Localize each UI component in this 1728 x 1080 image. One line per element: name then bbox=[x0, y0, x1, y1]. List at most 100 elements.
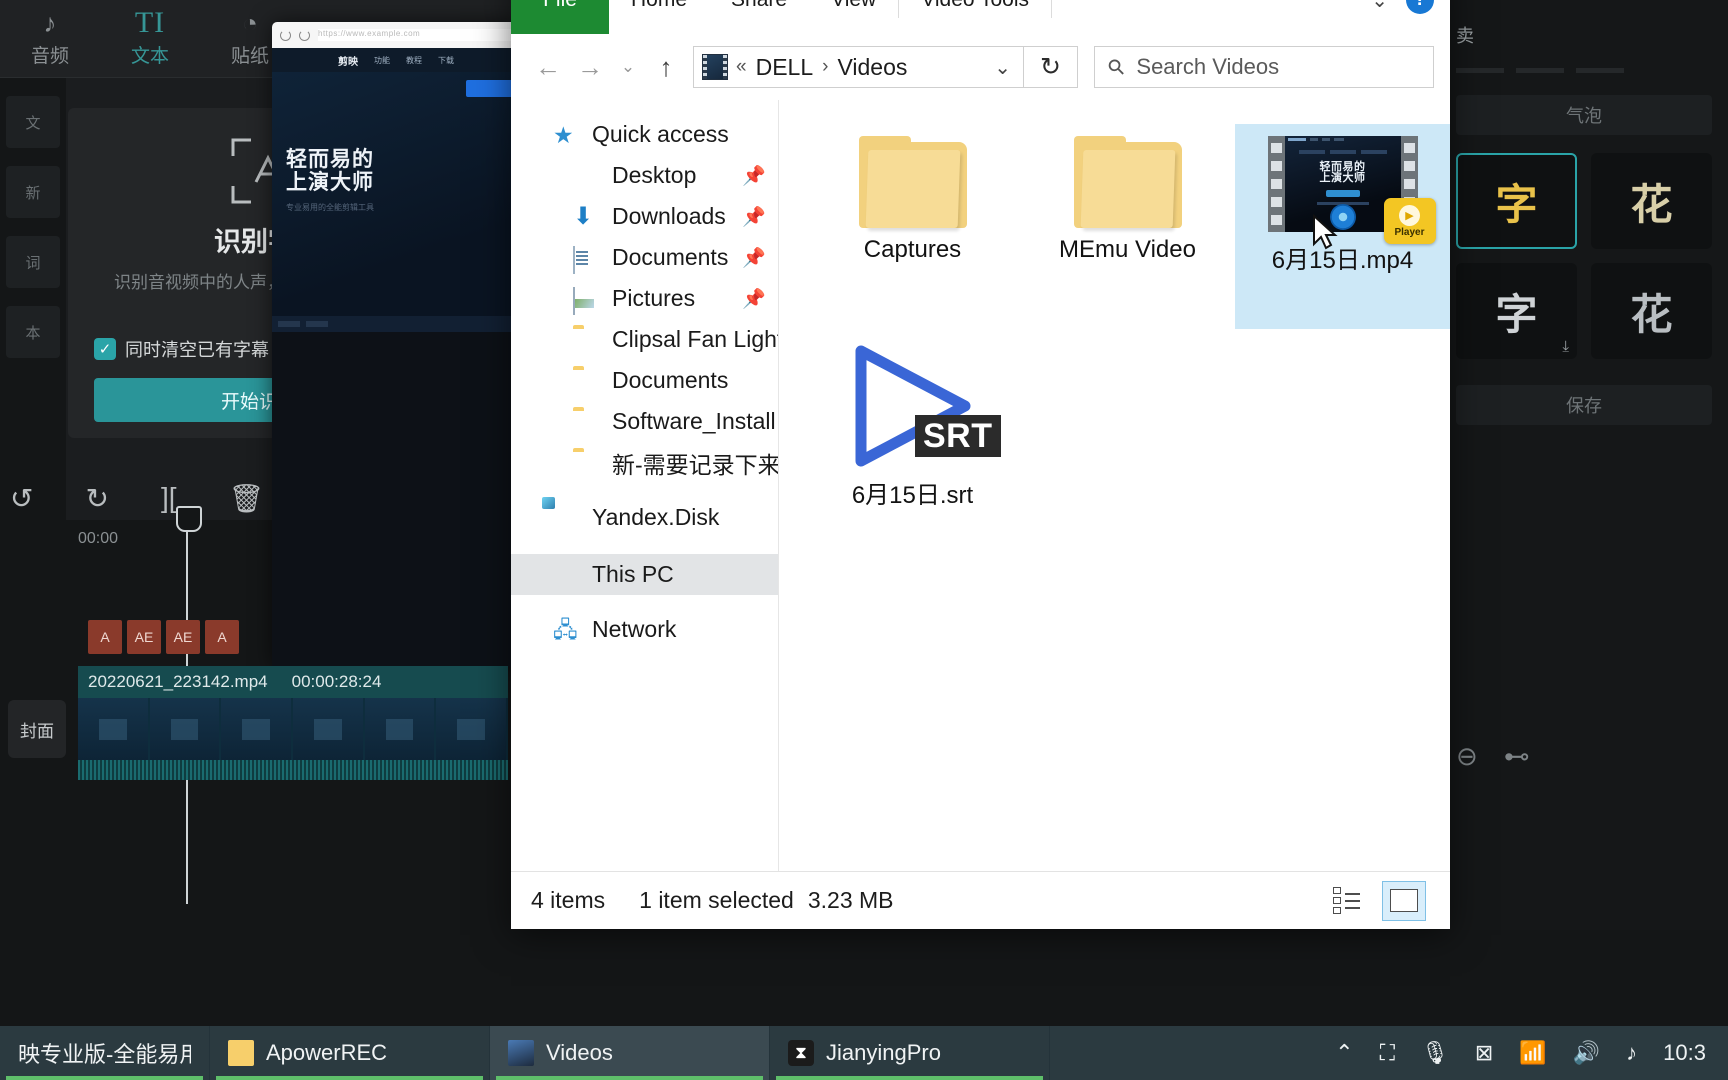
zoom-out-icon[interactable]: ⊖ bbox=[1456, 741, 1478, 772]
large-icons-view-button[interactable] bbox=[1382, 880, 1426, 921]
cover-button[interactable]: 封面 bbox=[8, 700, 66, 758]
hero-cta-button[interactable] bbox=[466, 80, 514, 97]
file-item-memu-video[interactable]: MEmu Video bbox=[1020, 124, 1235, 329]
search-input[interactable]: Search Videos bbox=[1136, 54, 1279, 80]
audio-waveform[interactable] bbox=[78, 760, 508, 780]
pin-icon[interactable]: 📌 bbox=[742, 246, 766, 270]
browser-url[interactable]: https://www.example.com bbox=[318, 29, 512, 41]
site-nav-item[interactable]: 教程 bbox=[406, 55, 422, 66]
volume-icon[interactable]: 🔊 bbox=[1573, 1040, 1600, 1066]
forward-button[interactable]: → bbox=[569, 46, 611, 88]
browser-toolbar: https://www.example.com bbox=[272, 22, 520, 48]
tab-audio[interactable]: ♪ 音频 bbox=[0, 10, 100, 68]
sidebar-item-documents[interactable]: Documents bbox=[511, 360, 778, 401]
tab-video-tools[interactable]: Video Tools bbox=[899, 0, 1051, 34]
address-bar: ← → ⌄ ↑ « DELL › Videos ⌄ ↻ ⚲ Search Vid… bbox=[511, 34, 1450, 100]
file-item-video-mp4[interactable]: 轻而易的 上演大师 ▶ Player 6月15日.mp4 bbox=[1235, 124, 1450, 329]
tab-file[interactable]: File bbox=[511, 0, 609, 34]
panel-tab[interactable] bbox=[1516, 68, 1564, 73]
text-clip[interactable]: AE bbox=[127, 620, 161, 654]
details-view-button[interactable] bbox=[1324, 881, 1368, 921]
sidebar-item-desktop[interactable]: Desktop 📌 bbox=[511, 155, 778, 196]
sidebar-item-downloads[interactable]: ⬇ Downloads 📌 bbox=[511, 196, 778, 237]
tab-text[interactable]: TI 文本 bbox=[100, 7, 200, 68]
taskbar-item-videos[interactable]: Videos bbox=[490, 1026, 770, 1080]
wifi-icon[interactable]: 📶 bbox=[1519, 1040, 1546, 1066]
pin-icon[interactable]: 📌 bbox=[742, 287, 766, 311]
explorer-body: ★ Quick access Desktop 📌 ⬇ Downloads 📌 D… bbox=[511, 100, 1450, 871]
text-clip[interactable]: A bbox=[205, 620, 239, 654]
taskbar-item-apowerrec[interactable]: ApowerREC bbox=[210, 1026, 490, 1080]
video-clip-thumbnails[interactable] bbox=[78, 698, 508, 760]
microphone-icon[interactable]: 🎙 bbox=[1421, 1040, 1449, 1066]
sidebar-item-yandex-disk[interactable]: Yandex.Disk bbox=[511, 497, 778, 538]
tab-home[interactable]: Home bbox=[609, 0, 709, 34]
zoom-slider[interactable]: ⊷ bbox=[1504, 741, 1530, 772]
text-style-tile[interactable]: 字 ⤓ bbox=[1456, 263, 1577, 359]
camera-icon[interactable]: ⛶ bbox=[1380, 1040, 1395, 1066]
delete-icon[interactable]: 🗑 bbox=[229, 482, 265, 515]
text-clip[interactable]: A bbox=[88, 620, 122, 654]
sidebar-item-quick-access[interactable]: ★ Quick access bbox=[511, 114, 778, 155]
video-clip-header[interactable]: 20220621_223142.mp4 00:00:28:24 bbox=[78, 666, 508, 698]
refresh-button[interactable]: ↻ bbox=[1024, 46, 1078, 88]
bubble-style-button[interactable]: 气泡 bbox=[1456, 95, 1712, 135]
clock[interactable]: 10:3 bbox=[1663, 1040, 1706, 1066]
music-icon[interactable]: ♪ bbox=[1626, 1040, 1637, 1066]
back-button[interactable]: ← bbox=[527, 46, 569, 88]
side-strip-item[interactable]: 文 bbox=[6, 96, 60, 148]
tab-view[interactable]: View bbox=[809, 0, 898, 34]
breadcrumb-item-dell[interactable]: DELL bbox=[756, 54, 814, 81]
side-strip-item[interactable]: 本 bbox=[6, 306, 60, 358]
side-strip-item[interactable]: 新 bbox=[6, 166, 60, 218]
sidebar-item-software-install[interactable]: Software_Install bbox=[511, 401, 778, 442]
text-clip[interactable]: AE bbox=[166, 620, 200, 654]
split-icon[interactable]: ][ bbox=[161, 482, 177, 514]
site-nav-item[interactable]: 下载 bbox=[438, 55, 454, 66]
chevron-down-icon[interactable]: ⌄ bbox=[1371, 0, 1388, 13]
search-box[interactable]: ⚲ Search Videos bbox=[1094, 46, 1434, 88]
site-nav-item[interactable]: 功能 bbox=[374, 55, 390, 66]
sidebar-item-documents-quick[interactable]: Documents 📌 bbox=[511, 237, 778, 278]
sidebar-item-this-pc[interactable]: This PC bbox=[511, 554, 778, 595]
sticker-icon: ◔ bbox=[242, 7, 258, 38]
breadcrumb-item-videos[interactable]: Videos bbox=[837, 54, 907, 81]
reload-icon[interactable] bbox=[280, 29, 291, 41]
panel-tab[interactable] bbox=[1456, 68, 1504, 73]
clear-existing-subtitles-checkbox[interactable]: ✓ 同时清空已有字幕 bbox=[94, 336, 269, 362]
sidebar-item-pictures[interactable]: Pictures 📌 bbox=[511, 278, 778, 319]
side-strip-item[interactable]: 词 bbox=[6, 236, 60, 288]
sidebar-item-clipsal[interactable]: Clipsal Fan Light He bbox=[511, 319, 778, 360]
breadcrumb-overflow[interactable]: « bbox=[736, 56, 747, 78]
recent-locations-button[interactable]: ⌄ bbox=[611, 46, 645, 88]
file-list-view[interactable]: Captures MEmu Video 轻而易的 上演大师 ▶ Player 6… bbox=[779, 100, 1450, 871]
chevron-down-icon[interactable]: ⌄ bbox=[994, 55, 1017, 80]
text-style-tile[interactable]: 花 bbox=[1591, 153, 1712, 249]
sidebar-item-network[interactable]: 🖧 Network bbox=[511, 609, 778, 650]
folder-icon bbox=[228, 1040, 254, 1066]
excel-icon[interactable]: ⊠ bbox=[1475, 1040, 1493, 1066]
taskbar-item-jianying-pro-version[interactable]: 映专业版-全能易用... bbox=[0, 1026, 210, 1080]
panel-tab[interactable] bbox=[1576, 68, 1624, 73]
sidebar-item-new-notes[interactable]: 新-需要记录下来 bbox=[511, 442, 778, 483]
timeline-ruler[interactable]: 00:00 bbox=[0, 530, 520, 564]
up-button[interactable]: ↑ bbox=[645, 46, 687, 88]
ribbon-tab-bar: File Home Share View Video Tools ⌄ ? bbox=[511, 0, 1450, 34]
pin-icon[interactable]: 📌 bbox=[742, 164, 766, 188]
file-item-label: Captures bbox=[863, 236, 962, 263]
redo-icon[interactable]: ↻ bbox=[85, 482, 108, 515]
pin-icon[interactable]: 📌 bbox=[742, 205, 766, 229]
chevron-up-icon[interactable]: ⌃ bbox=[1335, 1040, 1353, 1066]
download-icon[interactable]: ⤓ bbox=[1562, 338, 1569, 355]
taskbar-item-jianyingpro[interactable]: ⧗ JianyingPro bbox=[770, 1026, 1050, 1080]
save-preset-button[interactable]: 保存 bbox=[1456, 385, 1712, 425]
file-item-captures[interactable]: Captures bbox=[805, 124, 1020, 329]
breadcrumb-path-box[interactable]: « DELL › Videos ⌄ bbox=[693, 46, 1024, 88]
help-icon[interactable]: ? bbox=[1406, 0, 1434, 14]
tab-share[interactable]: Share bbox=[709, 0, 809, 34]
text-style-tile[interactable]: 字 bbox=[1456, 153, 1577, 249]
text-style-tile[interactable]: 花 bbox=[1591, 263, 1712, 359]
undo-icon[interactable]: ↺ bbox=[10, 482, 33, 515]
file-item-subtitle-srt[interactable]: SRT 6月15日.srt bbox=[805, 329, 1020, 534]
music-note-icon: ♪ bbox=[43, 7, 57, 38]
